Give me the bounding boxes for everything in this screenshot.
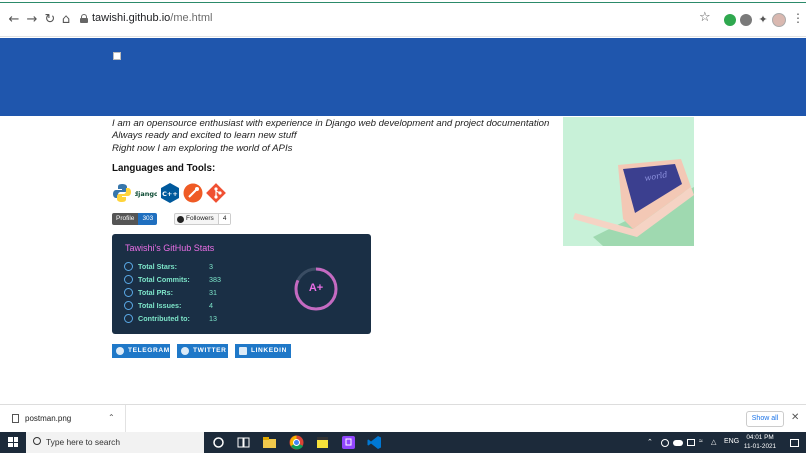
stat-label: Total PRs: (138, 288, 174, 297)
battery-icon[interactable] (687, 439, 695, 446)
twitter-button[interactable]: TWITTER (177, 344, 228, 358)
issue-icon (124, 301, 133, 310)
stat-value: 3 (209, 262, 213, 271)
lock-icon (80, 14, 88, 23)
menu-kebab-icon[interactable]: ⋮ (792, 11, 804, 25)
stat-label: Contributed to: (138, 314, 190, 323)
header-banner (0, 38, 806, 116)
stat-value: 4 (209, 301, 213, 310)
url-domain: tawishi.github.io (92, 12, 171, 24)
notifications-icon[interactable] (790, 439, 799, 447)
stat-label: Total Issues: (138, 301, 182, 310)
stat-value: 31 (209, 288, 217, 297)
intro-line: Always ready and excited to learn new st… (112, 130, 297, 142)
url-text: tawishi.github.io/me.html (92, 12, 212, 24)
followers-count: 4 (217, 214, 231, 224)
star-icon (124, 262, 133, 271)
telegram-icon (116, 347, 124, 355)
grammarly-extension-icon[interactable] (724, 14, 736, 26)
browser-toolbar: ← → ↻ ⌂ tawishi.github.io/me.html ☆ ✦ ⋮ (0, 3, 806, 37)
laptop-illustration: world (563, 117, 694, 246)
close-icon[interactable]: ✕ (791, 412, 799, 423)
taskbar-clock[interactable]: 04:01 PM 11-01-2021 (740, 434, 780, 451)
git-icon (206, 183, 226, 203)
stat-label: Total Stars: (138, 262, 178, 271)
extensions-puzzle-icon[interactable]: ✦ (753, 10, 773, 30)
profile-views-label: Profile views (112, 213, 139, 234)
intro-line: I am an opensource enthusiast with exper… (112, 118, 550, 129)
linkedin-label: LINKEDIN (251, 347, 287, 354)
page-content: I am an opensource enthusiast with exper… (0, 38, 806, 404)
onedrive-cloud-icon[interactable] (673, 440, 683, 446)
django-label: django (135, 190, 157, 198)
intro-line: Right now I am exploring the world of AP… (112, 142, 293, 154)
bookmark-star-icon[interactable]: ☆ (699, 10, 711, 25)
file-icon (12, 414, 19, 423)
volume-icon[interactable]: △ (711, 438, 716, 446)
taskbar-search-placeholder: Type here to search (46, 437, 121, 447)
postman-icon (183, 183, 203, 203)
clock-date: 11-01-2021 (743, 442, 777, 450)
broken-image-icon (113, 52, 121, 60)
show-all-button[interactable]: Show all (746, 411, 784, 427)
followers-label: Followers (186, 215, 214, 222)
language-indicator[interactable]: ENG (724, 438, 739, 445)
django-icon: django (135, 188, 157, 198)
forward-arrow-icon[interactable]: → (22, 10, 42, 30)
chevron-up-icon[interactable]: ⌃ (108, 413, 115, 422)
windows-start-icon[interactable] (8, 437, 18, 447)
taskbar-search-box[interactable]: Type here to search (26, 432, 204, 453)
github-stats-card: Tawishi's GitHub Stats Total Stars: 3 To… (112, 234, 371, 334)
stat-value: 383 (209, 275, 221, 284)
linkedin-icon (239, 347, 247, 355)
pull-request-icon (124, 288, 133, 297)
tray-chevron-up-icon[interactable]: ⌃ (647, 438, 653, 446)
python-icon (113, 184, 131, 202)
followers-badge[interactable]: Followers 4 (174, 213, 232, 225)
linkedin-button[interactable]: LINKEDIN (235, 344, 291, 358)
profile-views-count: 303 (138, 213, 158, 225)
task-view-icon[interactable] (236, 435, 251, 450)
sticky-notes-icon[interactable] (315, 435, 330, 450)
search-icon (33, 437, 41, 445)
repo-icon (124, 314, 133, 323)
twitch-icon[interactable] (341, 435, 356, 450)
windows-taskbar: Type here to search ⌃ ≈ △ ENG 04:01 PM 1… (0, 432, 806, 453)
back-arrow-icon[interactable]: ← (4, 10, 24, 30)
chrome-icon[interactable] (289, 435, 304, 450)
extension-icon[interactable] (740, 14, 752, 26)
laptop-icon: world (573, 159, 694, 246)
stats-title: Tawishi's GitHub Stats (125, 243, 215, 253)
profile-avatar[interactable] (772, 13, 786, 27)
cpp-label: C++ (162, 190, 178, 198)
github-icon (177, 215, 184, 223)
twitter-icon (181, 347, 189, 355)
intro-text: I am an opensource enthusiast with exper… (112, 118, 549, 155)
stat-label: Total Commits: (138, 275, 190, 284)
telegram-button[interactable]: TELEGRAM (112, 344, 170, 358)
grade-value: A+ (308, 282, 324, 294)
home-icon[interactable]: ⌂ (56, 10, 76, 30)
address-bar[interactable]: tawishi.github.io/me.html (75, 9, 720, 31)
stat-value: 13 (209, 314, 217, 323)
clock-icon (124, 275, 133, 284)
cplusplus-icon: C++ (161, 183, 179, 203)
download-item[interactable]: postman.png ⌃ (0, 405, 126, 433)
cortana-icon[interactable] (211, 435, 226, 450)
clock-time: 04:01 PM (746, 434, 774, 441)
wifi-icon[interactable]: ≈ (699, 438, 703, 445)
languages-heading: Languages and Tools: (112, 163, 216, 174)
download-bar: postman.png ⌃ Show all ✕ (0, 404, 806, 433)
file-explorer-icon[interactable] (262, 435, 277, 450)
vscode-icon[interactable] (367, 435, 382, 450)
twitter-label: TWITTER (193, 347, 227, 354)
telegram-label: TELEGRAM (128, 347, 170, 354)
download-file-name: postman.png (25, 414, 72, 423)
profile-views-badge: Profile views 303 (112, 213, 158, 234)
url-path: /me.html (170, 12, 213, 24)
network-status-icon[interactable] (661, 439, 669, 447)
